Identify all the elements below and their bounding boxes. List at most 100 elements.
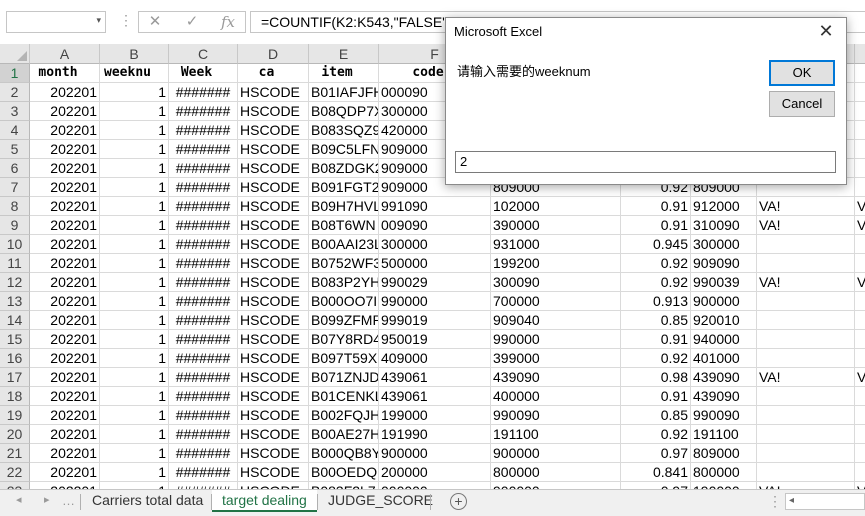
row-header[interactable]: 12 [0,273,30,292]
grid-cell[interactable]: VA! [757,273,855,292]
grid-cell[interactable]: B08QDP7X [309,102,379,121]
grid-cell[interactable]: ####### [169,83,238,102]
grid-cell[interactable]: ####### [169,235,238,254]
grid-cell[interactable]: 202201 [30,83,100,102]
grid-cell[interactable]: 439090 [691,387,757,406]
grid-cell[interactable]: TRUE [855,406,865,425]
grid-cell[interactable] [855,102,865,121]
next-sheet-icon[interactable]: ▸ [44,493,50,506]
grid-cell[interactable]: FALSE [855,235,865,254]
grid-cell[interactable]: HSCODE [238,102,309,121]
grid-cell[interactable]: HSCODE [238,387,309,406]
grid-cell[interactable]: ####### [169,216,238,235]
grid-cell[interactable] [757,425,855,444]
grid-cell[interactable]: 0.841 [621,463,691,482]
grid-cell[interactable]: 439061 [379,368,491,387]
grid-cell[interactable]: 1 [100,159,169,178]
grid-cell[interactable]: 1 [100,197,169,216]
grid-cell[interactable]: HSCODE [238,406,309,425]
grid-cell[interactable]: 202201 [30,368,100,387]
column-header-a[interactable]: A [30,44,100,64]
grid-cell[interactable]: 1 [100,292,169,311]
grid-cell[interactable]: V [855,197,865,216]
grid-cell[interactable]: 439090 [691,368,757,387]
grid-cell[interactable]: 909040 [491,311,621,330]
grid-cell[interactable]: 500000 [379,254,491,273]
grid-cell[interactable]: ####### [169,254,238,273]
column-header-b[interactable]: B [100,44,169,64]
row-header[interactable]: 18 [0,387,30,406]
insert-function-icon[interactable]: fx [213,11,243,33]
row-header[interactable]: 16 [0,349,30,368]
header-cell[interactable]: Week [169,64,238,83]
grid-cell[interactable]: 990090 [491,406,621,425]
grid-cell[interactable]: 202201 [30,197,100,216]
grid-cell[interactable]: B07Y8RD4 [309,330,379,349]
grid-cell[interactable]: V [855,273,865,292]
header-cell[interactable]: month [30,64,100,83]
grid-cell[interactable]: 990039 [691,273,757,292]
grid-cell[interactable]: 900000 [491,444,621,463]
grid-cell[interactable] [757,330,855,349]
grid-cell[interactable]: ####### [169,463,238,482]
grid-cell[interactable]: 1 [100,330,169,349]
grid-cell[interactable]: 920010 [691,311,757,330]
grid-cell[interactable]: 300000 [379,235,491,254]
grid-cell[interactable]: 0.91 [621,216,691,235]
grid-cell[interactable]: HSCODE [238,140,309,159]
tab-carriers-total-data[interactable]: Carriers total data [82,490,213,512]
grid-cell[interactable]: 940000 [691,330,757,349]
header-cell[interactable]: ca [238,64,309,83]
grid-cell[interactable]: 1 [100,254,169,273]
ok-button[interactable]: OK [769,60,835,86]
header-cell[interactable]: weeknu [100,64,169,83]
grid-cell[interactable]: HSCODE [238,121,309,140]
grid-cell[interactable]: TRUE [855,425,865,444]
column-header-d[interactable]: D [238,44,309,64]
grid-cell[interactable]: 202201 [30,159,100,178]
row-header[interactable]: 20 [0,425,30,444]
grid-cell[interactable]: 991090 [379,197,491,216]
grid-cell[interactable]: 0.91 [621,387,691,406]
enter-icon[interactable]: ✓ [177,11,207,33]
grid-cell[interactable] [855,140,865,159]
grid-cell[interactable]: 1 [100,463,169,482]
grid-cell[interactable]: 191100 [491,425,621,444]
grid-cell[interactable]: 202201 [30,178,100,197]
grid-cell[interactable]: HSCODE [238,273,309,292]
grid-cell[interactable]: B00AE27H [309,425,379,444]
grid-cell[interactable]: 0.85 [621,406,691,425]
grid-cell[interactable]: ####### [169,102,238,121]
grid-cell[interactable]: 409000 [379,349,491,368]
grid-cell[interactable]: 202201 [30,235,100,254]
grid-cell[interactable]: 999019 [379,311,491,330]
grid-cell[interactable] [855,121,865,140]
grid-cell[interactable]: 102000 [491,197,621,216]
grid-cell[interactable] [757,235,855,254]
grid-cell[interactable]: 199000 [379,406,491,425]
grid-cell[interactable]: B071ZNJD [309,368,379,387]
grid-cell[interactable]: VA! [757,368,855,387]
grid-cell[interactable]: 1 [100,349,169,368]
grid-cell[interactable]: ####### [169,387,238,406]
grid-cell[interactable]: HSCODE [238,159,309,178]
grid-cell[interactable]: 0.97 [621,444,691,463]
select-all-corner[interactable] [0,44,30,64]
grid-cell[interactable]: 0.945 [621,235,691,254]
grid-cell[interactable]: 202201 [30,216,100,235]
cancel-button[interactable]: Cancel [769,91,835,117]
grid-cell[interactable]: 390000 [491,216,621,235]
grid-cell[interactable]: 202201 [30,254,100,273]
grid-cell[interactable] [757,311,855,330]
grid-cell[interactable]: VA! [757,197,855,216]
grid-cell[interactable]: 1 [100,387,169,406]
grid-cell[interactable]: TRUE [855,463,865,482]
grid-cell[interactable]: B099ZFMR [309,311,379,330]
grid-cell[interactable]: ####### [169,121,238,140]
grid-cell[interactable]: TRUE [855,444,865,463]
add-sheet-icon[interactable]: + [450,493,467,510]
grid-cell[interactable]: B000QB8Y [309,444,379,463]
grid-cell[interactable]: 202201 [30,311,100,330]
row-header[interactable]: 17 [0,368,30,387]
grid-cell[interactable]: 0.92 [621,254,691,273]
